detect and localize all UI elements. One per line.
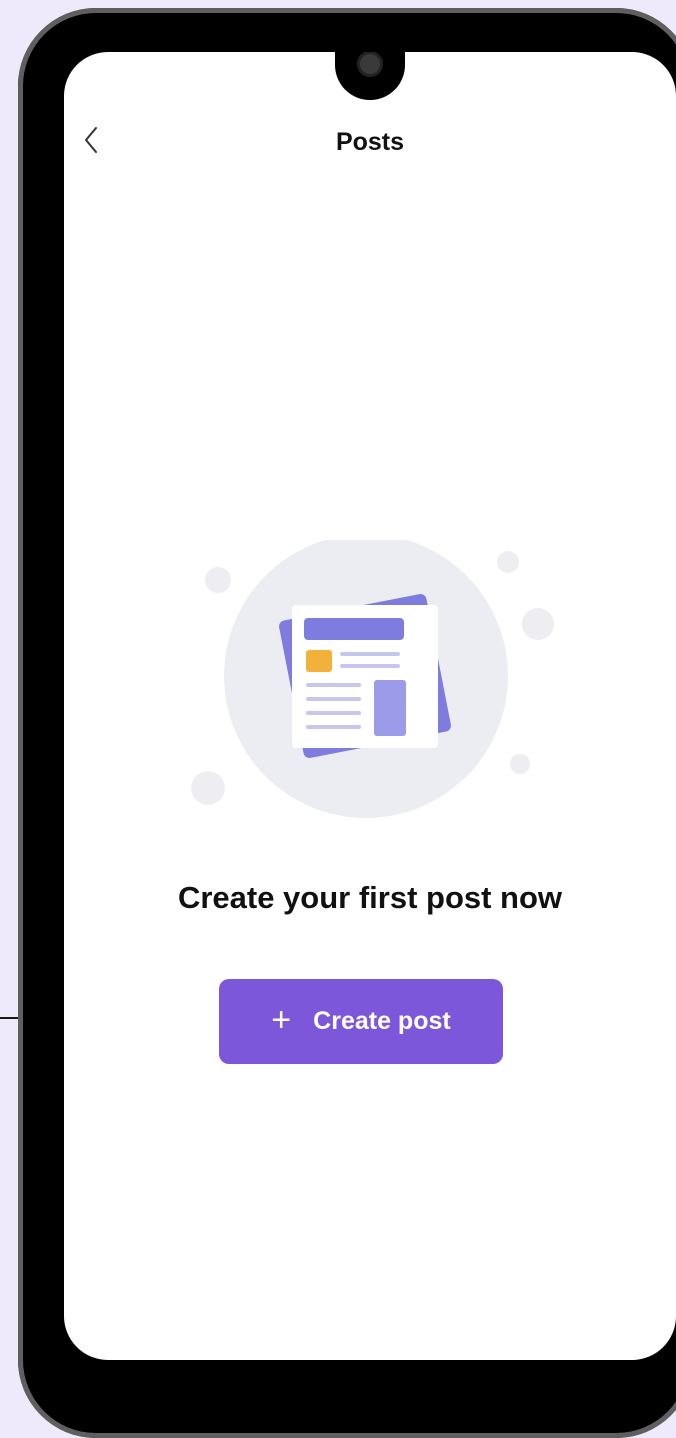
phone-frame: Posts Create your first post now + Creat… (18, 8, 676, 1438)
empty-state-heading: Create your first post now (177, 880, 563, 915)
app-screen: Posts Create your first post now + Creat… (64, 52, 676, 1360)
page-title: Posts (335, 128, 405, 156)
newspaper-icon (279, 594, 451, 758)
plus-icon: + (271, 1000, 292, 1039)
decor-dot (522, 608, 554, 640)
decor-dot (205, 567, 231, 593)
empty-state-illustration (180, 534, 560, 820)
create-post-button[interactable]: + Create post (219, 979, 503, 1064)
front-camera (357, 52, 383, 77)
decor-dot (191, 771, 225, 805)
decor-dot (497, 551, 519, 573)
camera-notch (335, 52, 405, 100)
decor-dot (510, 754, 530, 774)
create-post-label: Create post (313, 1007, 451, 1035)
